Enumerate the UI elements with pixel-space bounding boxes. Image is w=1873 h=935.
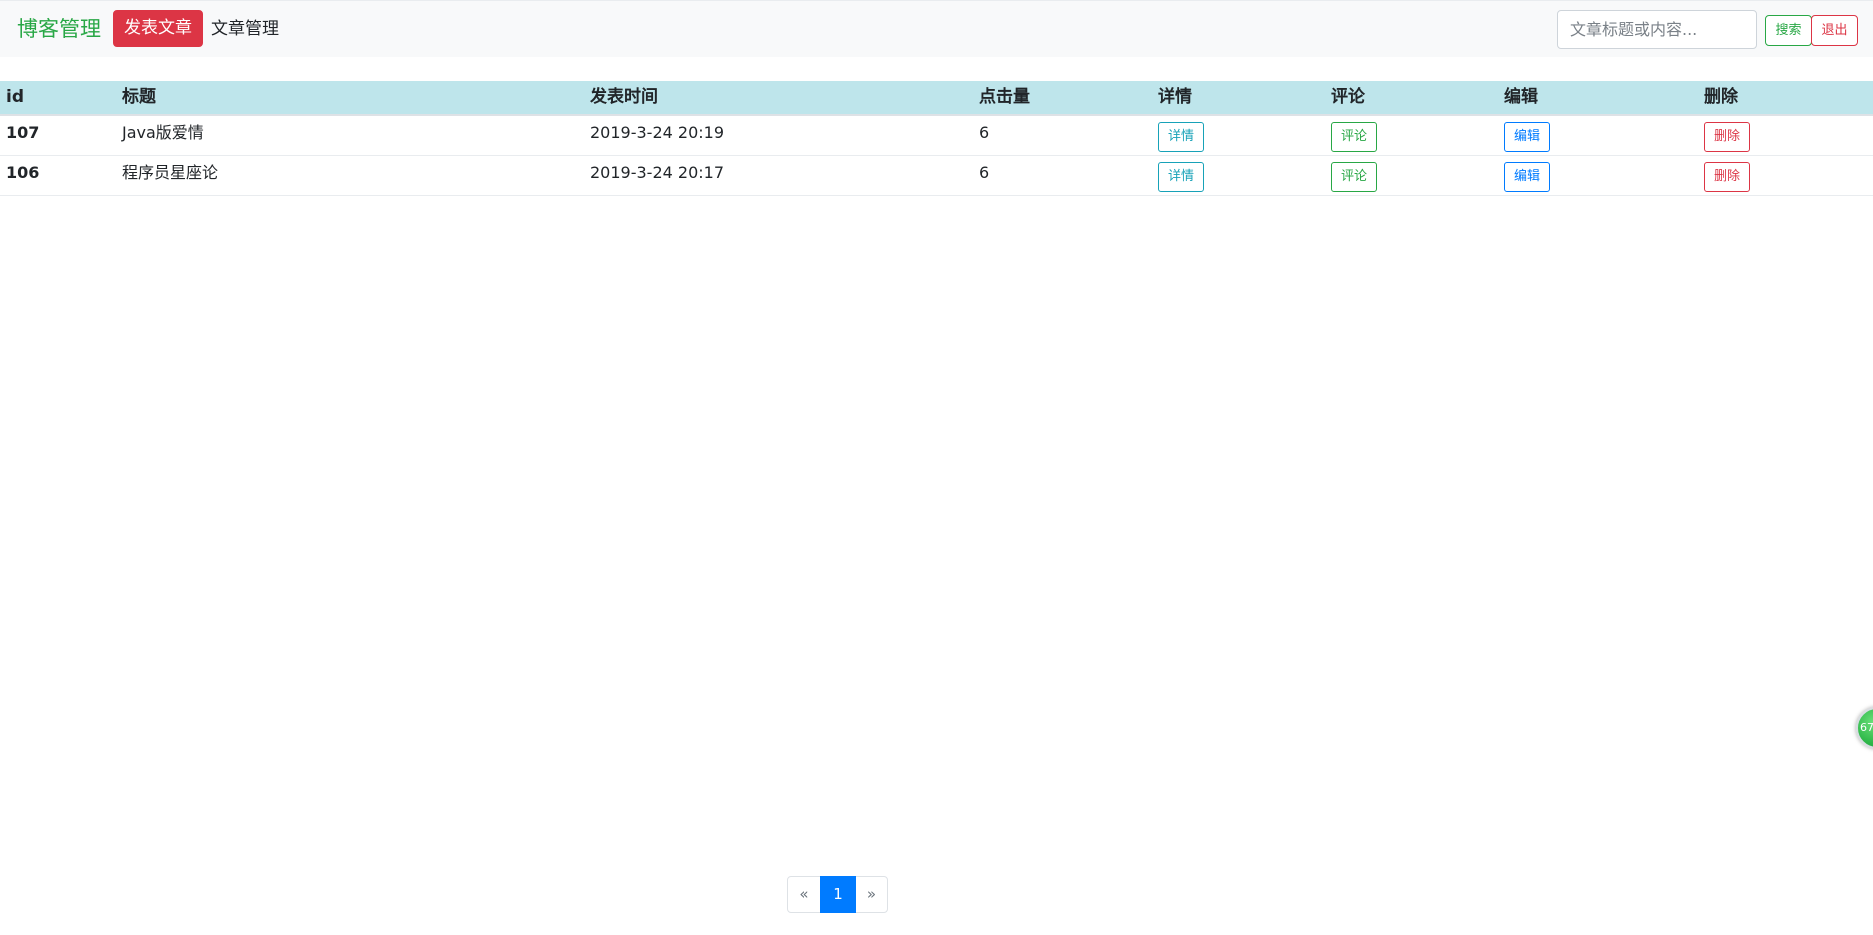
column-header-publish-time: 发表时间	[584, 81, 973, 116]
cell-delete: 删除	[1698, 115, 1873, 156]
cell-clicks: 6	[973, 155, 1152, 196]
edit-button[interactable]: 编辑	[1504, 161, 1550, 192]
column-header-detail: 详情	[1152, 81, 1325, 116]
cell-id: 106	[0, 155, 116, 196]
cell-edit: 编辑	[1498, 115, 1698, 156]
floating-speed-badge[interactable]: 67	[1856, 707, 1873, 749]
logout-button[interactable]: 退出	[1811, 15, 1858, 46]
article-title: Java版爱情	[122, 123, 204, 142]
column-header-delete: 删除	[1698, 81, 1873, 116]
cell-comment: 评论	[1325, 155, 1498, 196]
pagination-page-current[interactable]: 1	[820, 876, 856, 913]
article-publish-time: 2019-3-24 20:19	[590, 123, 724, 142]
table-header-row: id 标题 发表时间 点击量 详情 评论 编辑 删除	[0, 81, 1873, 116]
article-publish-time: 2019-3-24 20:17	[590, 162, 724, 182]
comment-button[interactable]: 评论	[1331, 161, 1377, 192]
nav-link-article-management[interactable]: 文章管理	[211, 16, 279, 42]
article-clicks: 6	[979, 162, 990, 182]
articles-table: id 标题 发表时间 点击量 详情 评论 编辑 删除 107 Java版爱情 2…	[0, 81, 1873, 196]
pagination-prev-button[interactable]: «	[787, 876, 821, 913]
cell-detail: 详情	[1152, 155, 1325, 196]
top-navbar: 博客管理 发表文章 文章管理 搜索 退出	[0, 0, 1873, 57]
cell-time: 2019-3-24 20:19	[584, 115, 973, 156]
column-header-clicks: 点击量	[973, 81, 1152, 116]
article-id: 106	[6, 162, 40, 182]
delete-button[interactable]: 删除	[1704, 161, 1750, 192]
column-header-title: 标题	[116, 81, 584, 116]
cell-title: 程序员星座论	[116, 155, 584, 196]
column-header-comment: 评论	[1325, 81, 1498, 116]
column-header-id: id	[0, 81, 116, 116]
edit-button[interactable]: 编辑	[1504, 122, 1550, 152]
article-id: 107	[6, 123, 40, 142]
cell-delete: 删除	[1698, 155, 1873, 196]
column-header-edit: 编辑	[1498, 81, 1698, 116]
search-input[interactable]	[1557, 10, 1757, 49]
cell-clicks: 6	[973, 115, 1152, 156]
search-button[interactable]: 搜索	[1765, 15, 1812, 46]
publish-article-button[interactable]: 发表文章	[113, 10, 203, 47]
article-title: 程序员星座论	[122, 162, 219, 182]
cell-title: Java版爱情	[116, 115, 584, 156]
table-row: 107 Java版爱情 2019-3-24 20:19 6 详情 评论 编辑 删…	[0, 115, 1873, 156]
cell-time: 2019-3-24 20:17	[584, 155, 973, 196]
delete-button[interactable]: 删除	[1704, 122, 1750, 152]
brand-title[interactable]: 博客管理	[17, 14, 101, 44]
cell-edit: 编辑	[1498, 155, 1698, 196]
comment-button[interactable]: 评论	[1331, 122, 1377, 152]
article-clicks: 6	[979, 123, 990, 142]
table-row: 106 程序员星座论 2019-3-24 20:17 6 详情 评论 编辑 删除	[0, 155, 1873, 196]
pagination: « 1 »	[787, 876, 888, 913]
detail-button[interactable]: 详情	[1158, 161, 1204, 192]
detail-button[interactable]: 详情	[1158, 122, 1204, 152]
articles-table-container: id 标题 发表时间 点击量 详情 评论 编辑 删除 107 Java版爱情 2…	[0, 81, 1873, 196]
cell-comment: 评论	[1325, 115, 1498, 156]
cell-detail: 详情	[1152, 115, 1325, 156]
pagination-next-button[interactable]: »	[855, 876, 888, 913]
cell-id: 107	[0, 115, 116, 156]
